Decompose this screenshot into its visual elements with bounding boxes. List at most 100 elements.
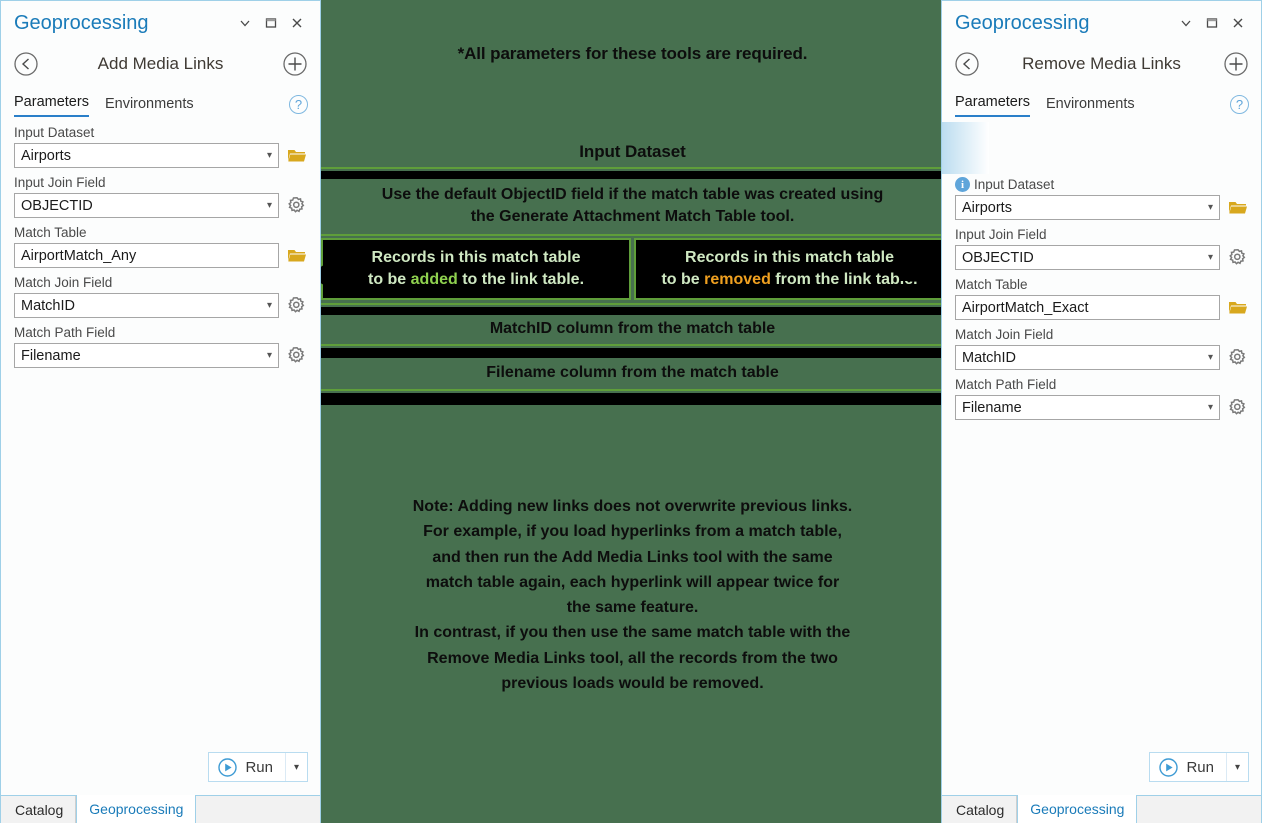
folder-icon[interactable] — [286, 245, 308, 267]
maximize-icon[interactable] — [1199, 11, 1225, 35]
chevron-down-icon: ▾ — [1208, 402, 1213, 413]
match-path-field-value-left: Filename — [21, 348, 263, 364]
run-button-right[interactable]: Run ▾ — [1149, 752, 1249, 782]
tab-environments-left[interactable]: Environments — [105, 96, 194, 117]
field-input-join-field-left: Input Join Field OBJECTID ▾ — [14, 175, 308, 218]
bottom-tab-geoprocessing-right[interactable]: Geoprocessing — [1017, 795, 1137, 823]
annotation-note-line: match table again, each hyperlink will a… — [342, 570, 923, 595]
window-title-right: Geoprocessing — [955, 12, 1173, 35]
tab-parameters-right[interactable]: Parameters — [955, 94, 1030, 117]
row-input-join-field-right: OBJECTID ▾ — [955, 245, 1249, 270]
input-dataset-value-right: Airports — [962, 200, 1204, 216]
match-join-field-select-right[interactable]: MatchID ▾ — [955, 345, 1220, 370]
field-highlight-band — [942, 122, 989, 174]
run-button-main-right[interactable]: Run — [1150, 753, 1226, 781]
annotation-objectid-note-line1: Use the default ObjectID field if the ma… — [382, 184, 883, 206]
maximize-icon[interactable] — [258, 11, 284, 35]
input-dataset-select-left[interactable]: Airports ▾ — [14, 143, 279, 168]
plus-icon[interactable] — [1223, 51, 1249, 77]
label-match-path-field-left: Match Path Field — [14, 325, 308, 340]
gear-icon[interactable] — [286, 195, 308, 217]
label-input-join-field-left: Input Join Field — [14, 175, 308, 190]
field-match-table-right: Match Table AirportMatch_Exact — [955, 277, 1249, 320]
gear-icon[interactable] — [286, 345, 308, 367]
field-match-path-field-left: Match Path Field Filename ▾ — [14, 325, 308, 368]
annotation-input-dataset-caption: Input Dataset — [320, 142, 945, 162]
match-table-input-right[interactable]: AirportMatch_Exact — [955, 295, 1220, 320]
parameters-form-right: i Input Dataset Airports ▾ Inpu — [942, 117, 1261, 749]
field-match-join-field-left: Match Join Field MatchID ▾ — [14, 275, 308, 318]
input-join-field-select-left[interactable]: OBJECTID ▾ — [14, 193, 279, 218]
run-label-left: Run — [245, 759, 273, 776]
tool-name-left: Add Media Links — [39, 54, 282, 74]
bottom-tab-geoprocessing-left[interactable]: Geoprocessing — [76, 795, 196, 823]
label-match-table-right: Match Table — [955, 277, 1249, 292]
match-table-input-left[interactable]: AirportMatch_Any — [14, 243, 279, 268]
row-match-join-field-right: MatchID ▾ — [955, 345, 1249, 370]
match-path-field-select-right[interactable]: Filename ▾ — [955, 395, 1220, 420]
run-dropdown-right[interactable]: ▾ — [1226, 753, 1248, 781]
annotation-note-line: Remove Media Links tool, all the records… — [342, 646, 923, 671]
geoprocessing-panel-right: Geoprocessing Remove Med — [941, 0, 1262, 823]
tab-environments-right[interactable]: Environments — [1046, 96, 1135, 117]
close-icon[interactable] — [284, 11, 310, 35]
gear-icon[interactable] — [286, 295, 308, 317]
input-join-field-select-right[interactable]: OBJECTID ▾ — [955, 245, 1220, 270]
tool-header-right: Remove Media Links — [942, 45, 1261, 83]
help-icon-left[interactable]: ? — [289, 95, 308, 114]
annotation-removed-pre: to be — [661, 271, 704, 288]
gear-icon[interactable] — [1227, 347, 1249, 369]
label-match-path-field-right: Match Path Field — [955, 377, 1249, 392]
geoprocessing-panel-left: Geoprocessing Add Media — [0, 0, 321, 823]
play-icon — [1159, 758, 1178, 777]
field-input-join-field-right: Input Join Field OBJECTID ▾ — [955, 227, 1249, 270]
panel-body-left: Geoprocessing Add Media — [0, 0, 321, 795]
back-arrow-icon[interactable] — [13, 51, 39, 77]
bottom-tab-catalog-left[interactable]: Catalog — [3, 796, 76, 823]
annotation-removed-highlight: removed — [704, 271, 771, 288]
input-dataset-select-right[interactable]: Airports ▾ — [955, 195, 1220, 220]
annotation-matchid-caption: MatchID column from the match table — [320, 315, 945, 343]
tabs-left: Parameters Environments ? — [1, 83, 320, 117]
match-table-value-left: AirportMatch_Any — [21, 248, 272, 264]
close-icon[interactable] — [1225, 11, 1251, 35]
chevron-down-icon[interactable] — [1173, 11, 1199, 35]
run-dropdown-left[interactable]: ▾ — [285, 753, 307, 781]
parameters-form-left: Input Dataset Airports ▾ Input Join Fiel… — [1, 117, 320, 749]
label-input-dataset-left: Input Dataset — [14, 125, 308, 140]
chevron-down-icon[interactable] — [232, 11, 258, 35]
folder-icon[interactable] — [1227, 297, 1249, 319]
input-dataset-value-left: Airports — [21, 148, 263, 164]
annotation-black-bar-1 — [320, 171, 945, 179]
window-title-left: Geoprocessing — [14, 12, 232, 35]
bottom-tab-catalog-right[interactable]: Catalog — [944, 796, 1017, 823]
label-input-join-field-right: Input Join Field — [955, 227, 1249, 242]
run-button-main-left[interactable]: Run — [209, 753, 285, 781]
label-match-table-left: Match Table — [14, 225, 308, 240]
field-input-dataset-left: Input Dataset Airports ▾ — [14, 125, 308, 168]
match-join-field-select-left[interactable]: MatchID ▾ — [14, 293, 279, 318]
match-path-field-select-left[interactable]: Filename ▾ — [14, 343, 279, 368]
run-bar-right: Run ▾ — [942, 749, 1261, 795]
screenshot-root: *All parameters for these tools are requ… — [0, 0, 1262, 823]
help-icon-right[interactable]: ? — [1230, 95, 1249, 114]
row-input-dataset-left: Airports ▾ — [14, 143, 308, 168]
folder-icon[interactable] — [1227, 197, 1249, 219]
input-join-field-value-right: OBJECTID — [962, 250, 1204, 266]
label-input-dataset-right: i Input Dataset — [955, 177, 1249, 192]
input-join-field-value-left: OBJECTID — [21, 198, 263, 214]
annotation-added-box: Records in this match table to be added … — [321, 238, 631, 300]
tab-parameters-left[interactable]: Parameters — [14, 94, 89, 117]
gear-icon[interactable] — [1227, 247, 1249, 269]
gear-icon[interactable] — [1227, 397, 1249, 419]
label-match-join-field-left: Match Join Field — [14, 275, 308, 290]
folder-icon[interactable] — [286, 145, 308, 167]
annotation-divider-line-5 — [320, 389, 945, 391]
annotation-divider-line-4 — [320, 344, 945, 346]
plus-icon[interactable] — [282, 51, 308, 77]
annotation-note-line: the same feature. — [342, 595, 923, 620]
back-arrow-icon[interactable] — [954, 51, 980, 77]
run-button-left[interactable]: Run ▾ — [208, 752, 308, 782]
info-icon[interactable]: i — [955, 177, 970, 192]
annotation-added-line2: to be added to the link table. — [368, 269, 584, 291]
